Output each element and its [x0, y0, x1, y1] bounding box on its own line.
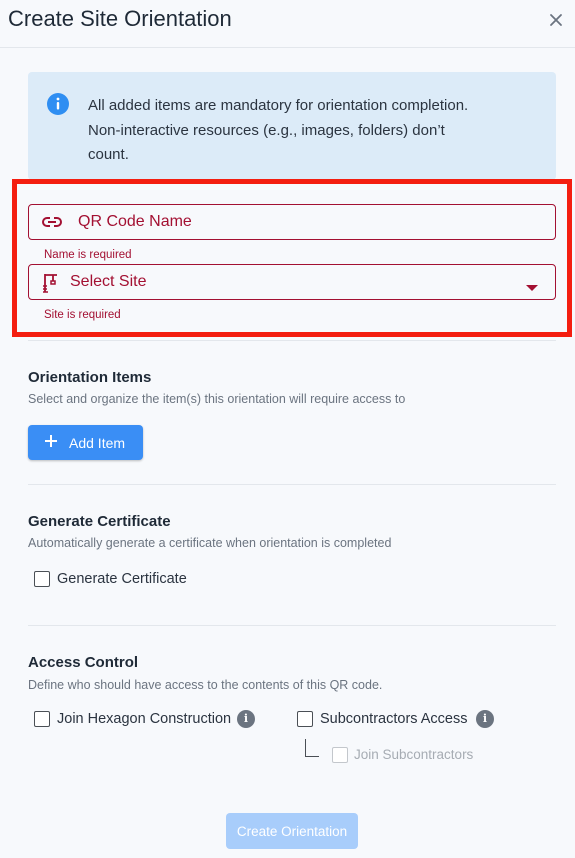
info-icon[interactable]: i	[237, 710, 255, 728]
link-icon	[41, 214, 63, 235]
create-orientation-label: Create Orientation	[236, 824, 348, 839]
subcontractors-access-checkbox[interactable]	[297, 711, 313, 727]
select-site-dropdown[interactable]: Select Site	[28, 264, 556, 300]
generate-certificate-subtitle: Automatically generate a certificate whe…	[28, 536, 392, 550]
qr-code-name-input[interactable]: QR Code Name	[78, 213, 192, 231]
caret-down-icon[interactable]	[526, 279, 538, 297]
subcontractors-access-label[interactable]: Subcontractors Access	[320, 711, 468, 727]
access-control-title: Access Control	[28, 654, 139, 671]
info-banner: All added items are mandatory for orient…	[28, 72, 556, 180]
site-icon	[41, 272, 61, 299]
divider	[28, 484, 556, 485]
plus-icon	[42, 432, 60, 455]
select-site-label: Select Site	[70, 273, 147, 290]
add-item-button[interactable]: Add Item	[28, 425, 143, 460]
tree-connector	[305, 739, 319, 757]
join-hexagon-checkbox[interactable]	[34, 711, 50, 727]
create-orientation-button[interactable]: Create Orientation	[226, 813, 358, 849]
dialog-title: Create Site Orientation	[8, 6, 232, 31]
close-icon[interactable]	[546, 10, 566, 30]
site-error-text: Site is required	[44, 309, 121, 321]
generate-certificate-title: Generate Certificate	[28, 513, 171, 530]
divider	[28, 625, 556, 626]
info-icon	[46, 92, 70, 121]
join-hexagon-label[interactable]: Join Hexagon Construction	[57, 711, 231, 727]
info-line-3: count.	[88, 146, 129, 163]
orientation-items-subtitle: Select and organize the item(s) this ori…	[28, 392, 406, 406]
qr-code-name-field[interactable]: QR Code Name	[28, 204, 556, 240]
generate-certificate-checkbox[interactable]	[34, 571, 50, 587]
info-icon[interactable]: i	[476, 710, 494, 728]
name-error-text: Name is required	[44, 249, 132, 261]
generate-certificate-label[interactable]: Generate Certificate	[57, 571, 187, 587]
info-message: All added items are mandatory for orient…	[88, 94, 538, 168]
join-subcontractors-checkbox[interactable]	[332, 747, 348, 763]
dialog-header: Create Site Orientation	[0, 0, 575, 48]
add-item-label: Add Item	[69, 435, 126, 451]
info-line-1: All added items are mandatory for orient…	[88, 97, 469, 114]
access-control-subtitle: Define who should have access to the con…	[28, 678, 383, 692]
divider	[28, 340, 556, 341]
info-line-2: Non-interactive resources (e.g., images,…	[88, 121, 445, 139]
join-subcontractors-label: Join Subcontractors	[354, 747, 474, 762]
orientation-items-title: Orientation Items	[28, 369, 152, 386]
